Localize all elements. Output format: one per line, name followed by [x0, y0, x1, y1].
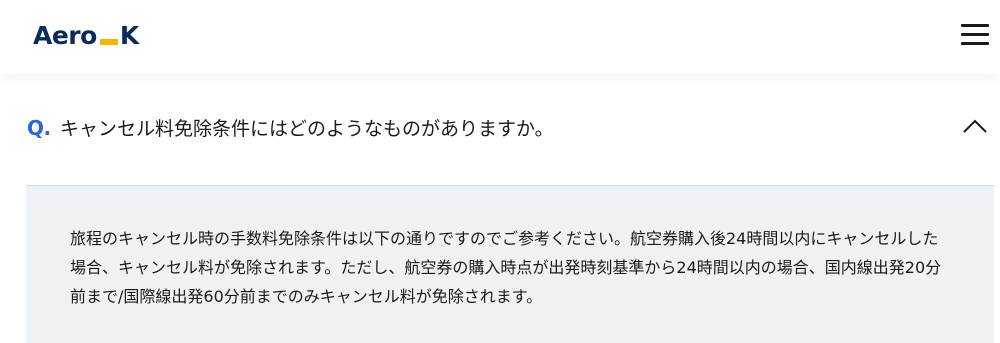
- logo-text-k: K: [119, 21, 139, 50]
- faq-answer-panel: 旅程のキャンセル時の手数料免除条件は以下の通りですのでご参考ください。航空券購入…: [26, 185, 994, 343]
- logo-accent-mark: [99, 39, 118, 45]
- site-header: Aero K: [0, 0, 1000, 74]
- hamburger-menu-icon[interactable]: [961, 22, 989, 46]
- question-marker: Q.: [27, 116, 51, 140]
- question-text: キャンセル料免除条件にはどのようなものがありますか。: [60, 118, 554, 140]
- aero-k-logo[interactable]: Aero K: [33, 19, 139, 53]
- chevron-up-icon[interactable]: [962, 118, 988, 134]
- menu-line-middle: [961, 33, 989, 36]
- menu-line-top: [961, 24, 989, 27]
- page: Aero K Q. キャンセル料免除条件にはどのようなものがありますか。 旅程のキ…: [0, 0, 1000, 343]
- faq-question-toggle[interactable]: Q. キャンセル料免除条件にはどのようなものがありますか。: [0, 74, 1000, 185]
- logo-text-aero: Aero: [33, 21, 97, 50]
- menu-line-bottom: [961, 42, 989, 45]
- answer-text: 旅程のキャンセル時の手数料免除条件は以下の通りですのでご参考ください。航空券購入…: [70, 229, 942, 306]
